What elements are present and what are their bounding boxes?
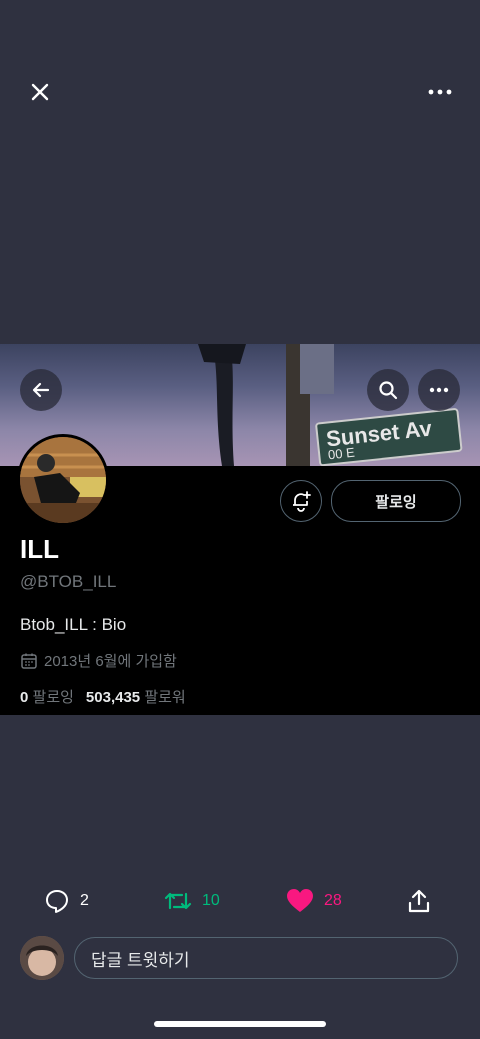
following-count: 0 bbox=[20, 689, 29, 706]
close-button[interactable] bbox=[20, 72, 60, 112]
search-button[interactable] bbox=[367, 369, 409, 411]
more-options-button[interactable] bbox=[420, 72, 460, 112]
followers-count: 503,435 bbox=[85, 689, 141, 706]
join-date: 2013년 6월에 가입함 bbox=[20, 650, 177, 671]
like-action[interactable]: 28 bbox=[286, 886, 342, 916]
retweet-count: 10 bbox=[202, 892, 220, 909]
arrow-left-icon bbox=[32, 382, 50, 398]
more-horizontal-icon bbox=[429, 387, 449, 393]
display-name: ILL bbox=[20, 534, 59, 564]
followers-label: 팔로워 bbox=[144, 689, 186, 706]
close-icon bbox=[31, 83, 49, 101]
following-button[interactable]: 팔로잉 bbox=[331, 480, 461, 522]
street-sign-subtext: 00 E bbox=[327, 444, 356, 463]
following-stat[interactable]: 0 팔로잉 bbox=[20, 686, 74, 707]
more-horizontal-icon bbox=[428, 89, 452, 95]
share-icon bbox=[408, 889, 430, 913]
reply-input[interactable]: 답글 트윗하기 bbox=[74, 937, 458, 979]
username-handle: @BTOB_ILL bbox=[20, 572, 117, 591]
back-button[interactable] bbox=[20, 369, 62, 411]
notification-button[interactable] bbox=[280, 480, 322, 522]
share-action[interactable] bbox=[406, 886, 432, 916]
reply-placeholder: 답글 트윗하기 bbox=[91, 950, 190, 970]
following-label: 팔로잉 bbox=[32, 689, 74, 706]
search-icon bbox=[379, 381, 398, 400]
join-date-text: 2013년 6월에 가입함 bbox=[44, 653, 177, 670]
my-avatar bbox=[20, 936, 64, 980]
profile-bio: Btob_ILL : Bio bbox=[20, 615, 127, 634]
heart-icon bbox=[287, 889, 313, 912]
reply-icon bbox=[46, 890, 68, 913]
followers-stat[interactable]: 503,435 팔로워 bbox=[86, 686, 186, 707]
retweet-action[interactable]: 10 bbox=[164, 886, 220, 916]
like-count: 28 bbox=[324, 892, 342, 909]
avatar[interactable] bbox=[17, 434, 109, 526]
calendar-icon bbox=[21, 653, 37, 669]
avatar-image bbox=[20, 437, 106, 523]
reply-count: 2 bbox=[80, 892, 89, 909]
follow-stats: 0 팔로잉 503,435 팔로워 bbox=[20, 686, 186, 707]
bell-plus-icon bbox=[293, 491, 311, 512]
retweet-icon bbox=[164, 892, 192, 910]
profile-more-button[interactable] bbox=[418, 369, 460, 411]
reply-action[interactable]: 2 bbox=[44, 886, 89, 916]
home-indicator bbox=[154, 1021, 326, 1027]
